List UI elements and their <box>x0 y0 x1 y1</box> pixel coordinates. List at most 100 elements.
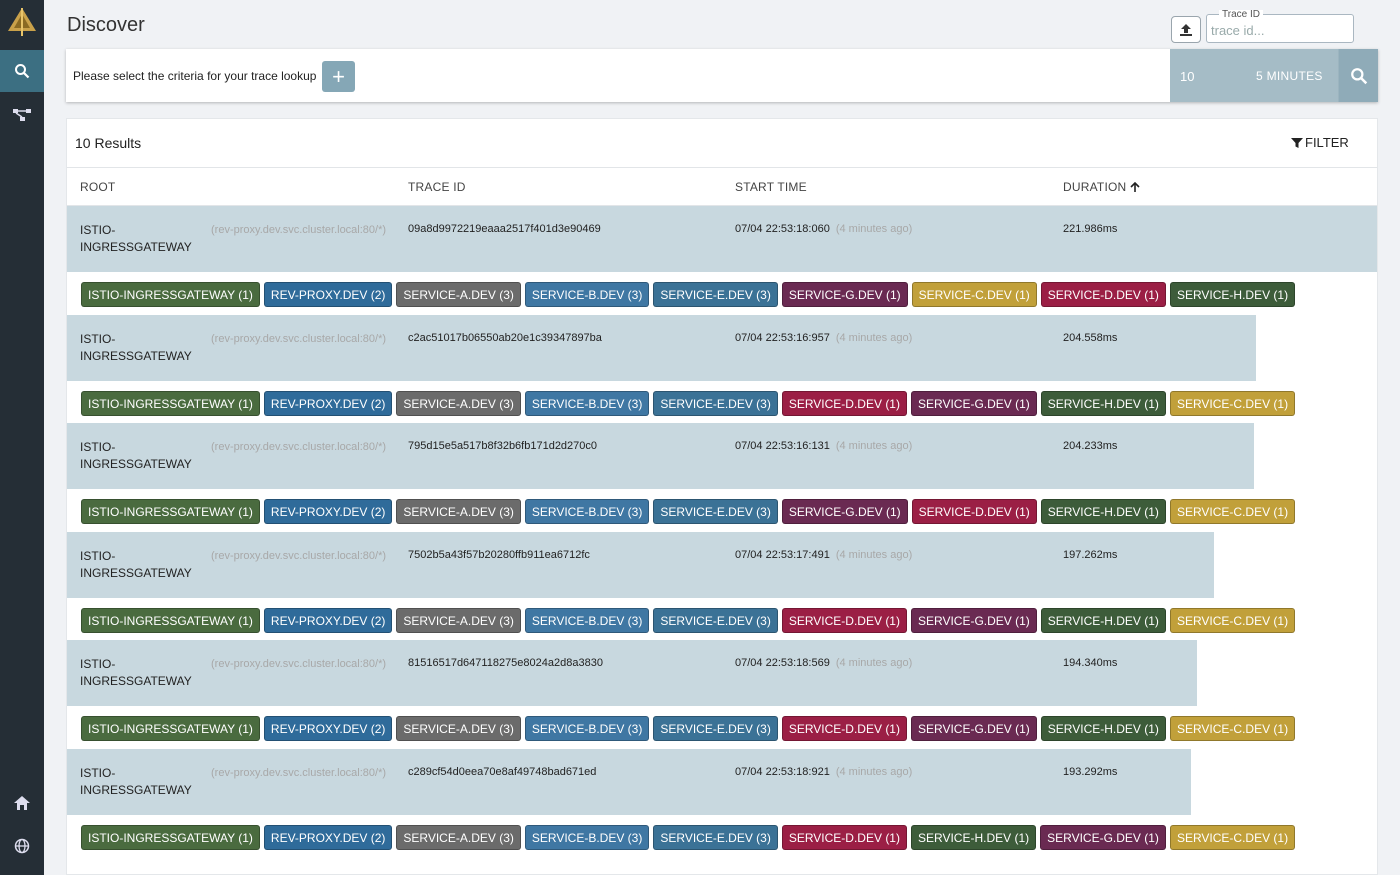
service-badge[interactable]: ISTIO-INGRESSGATEWAY (1) <box>81 608 260 633</box>
col-duration[interactable]: DURATION <box>1063 180 1140 194</box>
service-badge[interactable]: SERVICE-B.DEV (3) <box>524 716 650 741</box>
trace-id-value: 7502b5a43f57b20280ffb911ea6712fc <box>408 549 590 561</box>
criteria-prompt: Please select the criteria for your trac… <box>73 69 317 83</box>
add-criteria-button[interactable]: + <box>322 61 355 92</box>
service-badge[interactable]: REV-PROXY.DEV (2) <box>263 825 393 850</box>
service-badges: ISTIO-INGRESSGATEWAY (1) REV-PROXY.DEV (2… <box>81 825 1296 851</box>
service-badge[interactable]: SERVICE-A.DEV (3) <box>396 499 521 524</box>
service-badge[interactable]: SERVICE-B.DEV (3) <box>524 391 650 416</box>
sort-ascending-icon <box>1130 181 1140 192</box>
duration-value: 194.340ms <box>1063 657 1118 669</box>
trace-row[interactable]: ISTIO-INGRESSGATEWAY (rev-proxy.dev.svc.c… <box>67 206 1377 272</box>
trace-row[interactable]: ISTIO-INGRESSGATEWAY (rev-proxy.dev.svc.c… <box>67 532 1377 598</box>
service-badge[interactable]: REV-PROXY.DEV (2) <box>263 282 393 307</box>
trace-row[interactable]: ISTIO-INGRESSGATEWAY (rev-proxy.dev.svc.c… <box>67 423 1377 489</box>
nav-search-icon[interactable] <box>0 50 44 92</box>
home-icon[interactable] <box>0 782 44 824</box>
start-time-value: 07/04 22:53:18:569 <box>735 657 830 669</box>
duration-value: 221.986ms <box>1063 223 1118 235</box>
criteria-bar: Please select the criteria for your trac… <box>66 49 1378 102</box>
service-badge[interactable]: SERVICE-B.DEV (3) <box>524 608 650 633</box>
trace-id-field[interactable]: Trace ID <box>1206 10 1354 43</box>
root-service-name: ISTIO-INGRESSGATEWAY <box>80 440 192 471</box>
service-badge[interactable]: ISTIO-INGRESSGATEWAY (1) <box>81 825 260 850</box>
service-badge[interactable]: SERVICE-G.DEV (1) <box>781 282 908 307</box>
service-badge[interactable]: SERVICE-A.DEV (3) <box>396 391 521 416</box>
service-badge[interactable]: SERVICE-H.DEV (1) <box>1040 499 1166 524</box>
service-badge[interactable]: SERVICE-A.DEV (3) <box>396 825 521 850</box>
service-badge[interactable]: SERVICE-D.DEV (1) <box>1040 282 1166 307</box>
sidebar <box>0 0 44 875</box>
service-badge[interactable]: REV-PROXY.DEV (2) <box>263 608 393 633</box>
service-badge[interactable]: SERVICE-C.DEV (1) <box>1169 716 1296 741</box>
duration-bar <box>67 206 1377 272</box>
service-badge[interactable]: ISTIO-INGRESSGATEWAY (1) <box>81 391 260 416</box>
service-badge[interactable]: SERVICE-C.DEV (1) <box>1169 391 1296 416</box>
root-span-name: (rev-proxy.dev.svc.cluster.local:80/*) <box>211 767 387 779</box>
service-badge[interactable]: SERVICE-G.DEV (1) <box>910 391 1037 416</box>
filter-button[interactable]: FILTER <box>1291 135 1349 150</box>
service-badge[interactable]: SERVICE-G.DEV (1) <box>1040 825 1166 850</box>
service-badge[interactable]: ISTIO-INGRESSGATEWAY (1) <box>81 499 260 524</box>
service-badge[interactable]: SERVICE-E.DEV (3) <box>653 282 778 307</box>
col-trace-id[interactable]: TRACE ID <box>408 180 466 194</box>
service-badge[interactable]: REV-PROXY.DEV (2) <box>263 391 393 416</box>
service-badge[interactable]: SERVICE-H.DEV (1) <box>1040 608 1166 633</box>
start-time-relative: (4 minutes ago) <box>835 223 913 235</box>
trace-row[interactable]: ISTIO-INGRESSGATEWAY (rev-proxy.dev.svc.c… <box>67 749 1377 815</box>
service-badge[interactable]: SERVICE-D.DEV (1) <box>781 716 907 741</box>
table-header: ROOT TRACE ID START TIME DURATION <box>67 167 1377 206</box>
page-title: Discover <box>67 14 145 36</box>
col-root[interactable]: ROOT <box>80 180 115 194</box>
service-badge[interactable]: REV-PROXY.DEV (2) <box>263 716 393 741</box>
service-badge[interactable]: SERVICE-A.DEV (3) <box>396 608 521 633</box>
trace-id-input[interactable] <box>1211 23 1349 38</box>
search-button[interactable] <box>1338 49 1378 102</box>
service-badge[interactable]: SERVICE-H.DEV (1) <box>1040 391 1166 416</box>
duration-bar <box>67 749 1191 815</box>
zipkin-logo-icon[interactable] <box>7 7 37 37</box>
trace-row[interactable]: ISTIO-INGRESSGATEWAY (rev-proxy.dev.svc.c… <box>67 640 1377 706</box>
trace-row[interactable]: ISTIO-INGRESSGATEWAY (rev-proxy.dev.svc.c… <box>67 315 1377 381</box>
trace-id-value: 81516517d647118275e8024a2d8a3830 <box>408 657 603 669</box>
service-badge[interactable]: SERVICE-A.DEV (3) <box>396 282 521 307</box>
service-badges: ISTIO-INGRESSGATEWAY (1) REV-PROXY.DEV (2… <box>81 282 1296 308</box>
service-badge[interactable]: SERVICE-G.DEV (1) <box>910 716 1037 741</box>
service-badge[interactable]: SERVICE-H.DEV (1) <box>1169 282 1296 307</box>
limit-value[interactable]: 10 <box>1180 69 1194 84</box>
service-badge[interactable]: SERVICE-B.DEV (3) <box>524 825 650 850</box>
duration-value: 204.233ms <box>1063 440 1118 452</box>
upload-button[interactable] <box>1171 16 1201 43</box>
service-badge[interactable]: SERVICE-G.DEV (1) <box>910 608 1037 633</box>
service-badge[interactable]: SERVICE-D.DEV (1) <box>781 608 907 633</box>
service-badge[interactable]: SERVICE-D.DEV (1) <box>781 825 907 850</box>
service-badge[interactable]: REV-PROXY.DEV (2) <box>263 499 393 524</box>
service-badge[interactable]: SERVICE-B.DEV (3) <box>524 499 650 524</box>
service-badge[interactable]: ISTIO-INGRESSGATEWAY (1) <box>81 282 260 307</box>
start-time-value: 07/04 22:53:18:921 <box>735 766 830 778</box>
service-badge[interactable]: SERVICE-D.DEV (1) <box>781 391 907 416</box>
globe-icon[interactable] <box>0 825 44 867</box>
service-badge[interactable]: SERVICE-G.DEV (1) <box>781 499 908 524</box>
service-badge[interactable]: SERVICE-D.DEV (1) <box>911 499 1037 524</box>
start-time-value: 07/04 22:53:16:957 <box>735 332 830 344</box>
col-start-time[interactable]: START TIME <box>735 180 807 194</box>
service-badge[interactable]: SERVICE-E.DEV (3) <box>653 608 778 633</box>
service-badge[interactable]: SERVICE-C.DEV (1) <box>1169 608 1296 633</box>
service-badge[interactable]: SERVICE-A.DEV (3) <box>396 716 521 741</box>
time-range-value[interactable]: 5 MINUTES <box>1256 69 1323 83</box>
service-badge[interactable]: SERVICE-E.DEV (3) <box>653 716 778 741</box>
limit-range-box[interactable]: 10 5 MINUTES <box>1170 49 1338 102</box>
service-badge[interactable]: SERVICE-E.DEV (3) <box>653 499 778 524</box>
service-badge[interactable]: SERVICE-E.DEV (3) <box>653 825 778 850</box>
service-badge[interactable]: ISTIO-INGRESSGATEWAY (1) <box>81 716 260 741</box>
service-badge[interactable]: SERVICE-H.DEV (1) <box>1040 716 1166 741</box>
nav-dependencies-icon[interactable] <box>0 94 44 136</box>
service-badge[interactable]: SERVICE-B.DEV (3) <box>524 282 650 307</box>
service-badge[interactable]: SERVICE-E.DEV (3) <box>653 391 778 416</box>
service-badge[interactable]: SERVICE-C.DEV (1) <box>911 282 1037 307</box>
root-service-name: ISTIO-INGRESSGATEWAY <box>80 657 192 688</box>
service-badge[interactable]: SERVICE-C.DEV (1) <box>1169 499 1296 524</box>
service-badge[interactable]: SERVICE-C.DEV (1) <box>1169 825 1296 850</box>
service-badge[interactable]: SERVICE-H.DEV (1) <box>910 825 1037 850</box>
